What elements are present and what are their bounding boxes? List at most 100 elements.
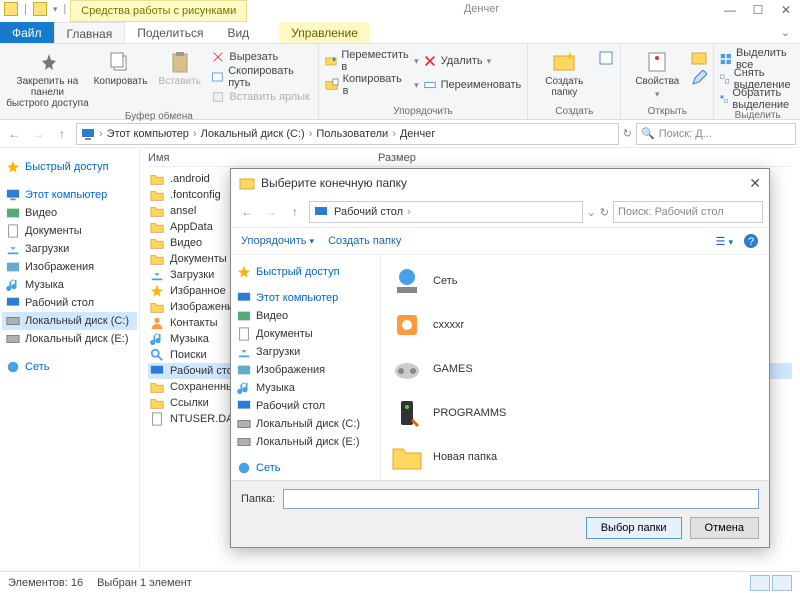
dialog-search-input[interactable]: Поиск: Рабочий стол <box>613 201 763 223</box>
ribbon-collapse-icon[interactable]: ⌄ <box>771 22 800 43</box>
dlg-nav-downloads[interactable]: Загрузки <box>233 343 378 361</box>
new-folder-button[interactable]: Создать папку <box>534 46 594 98</box>
dialog-list-item[interactable]: GAMES <box>389 347 761 391</box>
tab-home[interactable]: Главная <box>54 22 126 43</box>
address-path[interactable]: › Этот компьютер› Локальный диск (C:)› П… <box>76 123 619 145</box>
edit-icon[interactable] <box>691 70 707 86</box>
view-details-button[interactable] <box>750 575 770 591</box>
ribbon-group-new: Создать папку Создать <box>528 44 621 119</box>
column-headers[interactable]: Имя Размер <box>148 152 792 167</box>
pc-icon <box>81 127 95 141</box>
dialog-up-button[interactable]: ↑ <box>285 202 305 222</box>
dialog-list-item[interactable]: cxxxxr <box>389 303 761 347</box>
dlg-nav-videos[interactable]: Видео <box>233 307 378 325</box>
file-name: Ссылки <box>170 397 209 409</box>
dialog-refresh-icon[interactable]: ↻ <box>600 206 609 219</box>
nav-quick-access[interactable]: Быстрый доступ <box>2 158 137 176</box>
select-none-button[interactable]: Снять выделение <box>720 70 795 88</box>
paste-button[interactable]: Вставить <box>152 46 207 87</box>
qat-dropdown-icon[interactable]: ▾ <box>53 4 58 15</box>
group-label: Упорядочить <box>325 104 522 117</box>
dialog-nav-pane: Быстрый доступ Этот компьютер Видео Доку… <box>231 255 381 480</box>
forward-button[interactable]: → <box>28 124 48 144</box>
dlg-nav-quick[interactable]: Быстрый доступ <box>233 263 378 281</box>
file-name: ansel <box>170 205 196 217</box>
copy-path-button[interactable]: Скопировать путь <box>211 68 311 86</box>
select-all-button[interactable]: Выделить все <box>720 50 795 68</box>
paste-shortcut-button[interactable]: Вставить ярлык <box>211 88 311 106</box>
dialog-organize-button[interactable]: Упорядочить ▾ <box>241 235 314 247</box>
tab-file[interactable]: Файл <box>0 22 54 43</box>
cancel-button[interactable]: Отмена <box>690 517 759 539</box>
pin-button[interactable]: Закрепить на панели быстрого доступа <box>6 46 89 109</box>
copy-button[interactable]: Копировать <box>93 46 148 87</box>
qat-sep: | <box>63 3 66 15</box>
copy-to-button[interactable]: Копировать в▾ <box>325 76 419 94</box>
dialog-view-button[interactable]: ☰ ▾ <box>716 235 733 248</box>
delete-button[interactable]: Удалить▾ <box>423 52 522 70</box>
dialog-list-item[interactable]: Сеть <box>389 259 761 303</box>
status-count: Элементов: 16 <box>8 577 83 589</box>
nav-disk-e[interactable]: Локальный диск (E:) <box>2 330 137 348</box>
qat-item-icon[interactable] <box>33 2 47 16</box>
nav-desktop[interactable]: Рабочий стол <box>2 294 137 312</box>
dialog-list-item[interactable]: Новая папка <box>389 435 761 479</box>
tab-view[interactable]: Вид <box>215 22 261 43</box>
properties-button[interactable]: Свойства ▾ <box>627 46 687 100</box>
svg-text:?: ? <box>748 236 754 248</box>
rename-button[interactable]: Переименовать <box>423 76 522 94</box>
move-to-button[interactable]: Переместить в▾ <box>325 52 419 70</box>
dialog-close-button[interactable]: ✕ <box>749 175 761 192</box>
file-name: .fontconfig <box>170 189 221 201</box>
dlg-nav-diskc[interactable]: Локальный диск (C:) <box>233 415 378 433</box>
nav-pictures[interactable]: Изображения <box>2 258 137 276</box>
invert-selection-button[interactable]: Обратить выделение <box>720 90 795 108</box>
up-button[interactable]: ↑ <box>52 124 72 144</box>
dlg-nav-music[interactable]: Музыка <box>233 379 378 397</box>
folder-name-input[interactable] <box>283 489 759 509</box>
folder-label: Папка: <box>241 493 275 505</box>
dialog-back-button[interactable]: ← <box>237 202 257 222</box>
cut-button[interactable]: Вырезать <box>211 48 311 66</box>
file-name: Музыка <box>170 333 209 345</box>
open-icon[interactable] <box>691 50 707 66</box>
minimize-button[interactable]: — <box>716 0 744 20</box>
dialog-forward-button[interactable]: → <box>261 202 281 222</box>
dlg-nav-thispc[interactable]: Этот компьютер <box>233 289 378 307</box>
select-folder-button[interactable]: Выбор папки <box>586 517 682 539</box>
tab-share[interactable]: Поделиться <box>125 22 215 43</box>
refresh-icon[interactable]: ↻ <box>623 127 632 140</box>
nav-music[interactable]: Музыка <box>2 276 137 294</box>
dialog-new-folder-button[interactable]: Создать папку <box>328 235 401 247</box>
col-name[interactable]: Имя <box>148 152 328 164</box>
close-button[interactable]: ✕ <box>772 0 800 20</box>
help-icon[interactable]: ? <box>743 233 759 249</box>
nav-documents[interactable]: Документы <box>2 222 137 240</box>
dlg-nav-pictures[interactable]: Изображения <box>233 361 378 379</box>
dialog-bottom: Папка: Выбор папки Отмена <box>231 480 769 547</box>
nav-this-pc[interactable]: Этот компьютер <box>2 186 137 204</box>
dialog-title: Выберите конечную папку <box>261 176 407 190</box>
item-label: Сеть <box>433 275 457 287</box>
nav-videos[interactable]: Видео <box>2 204 137 222</box>
dlg-nav-docs[interactable]: Документы <box>233 325 378 343</box>
dialog-list-item[interactable]: PROGRAMMS <box>389 391 761 435</box>
address-bar: ← → ↑ › Этот компьютер› Локальный диск (… <box>0 120 800 148</box>
search-input[interactable]: 🔍 Поиск: Д... <box>636 123 796 145</box>
dlg-nav-network[interactable]: Сеть <box>233 459 378 477</box>
dlg-nav-desktop[interactable]: Рабочий стол <box>233 397 378 415</box>
nav-disk-c[interactable]: Локальный диск (C:) <box>2 312 137 330</box>
col-size[interactable]: Размер <box>378 152 416 164</box>
view-icons-button[interactable] <box>772 575 792 591</box>
nav-downloads[interactable]: Загрузки <box>2 240 137 258</box>
new-item-icon[interactable] <box>598 50 614 66</box>
dialog-path[interactable]: Рабочий стол › <box>309 201 583 223</box>
file-name: Изображения <box>170 301 239 313</box>
nav-network[interactable]: Сеть <box>2 358 137 376</box>
maximize-button[interactable]: ☐ <box>744 0 772 20</box>
back-button[interactable]: ← <box>4 124 24 144</box>
dlg-nav-diske[interactable]: Локальный диск (E:) <box>233 433 378 451</box>
folder-icon <box>4 2 18 16</box>
item-label: PROGRAMMS <box>433 407 506 419</box>
tab-manage[interactable]: Управление <box>279 22 370 43</box>
